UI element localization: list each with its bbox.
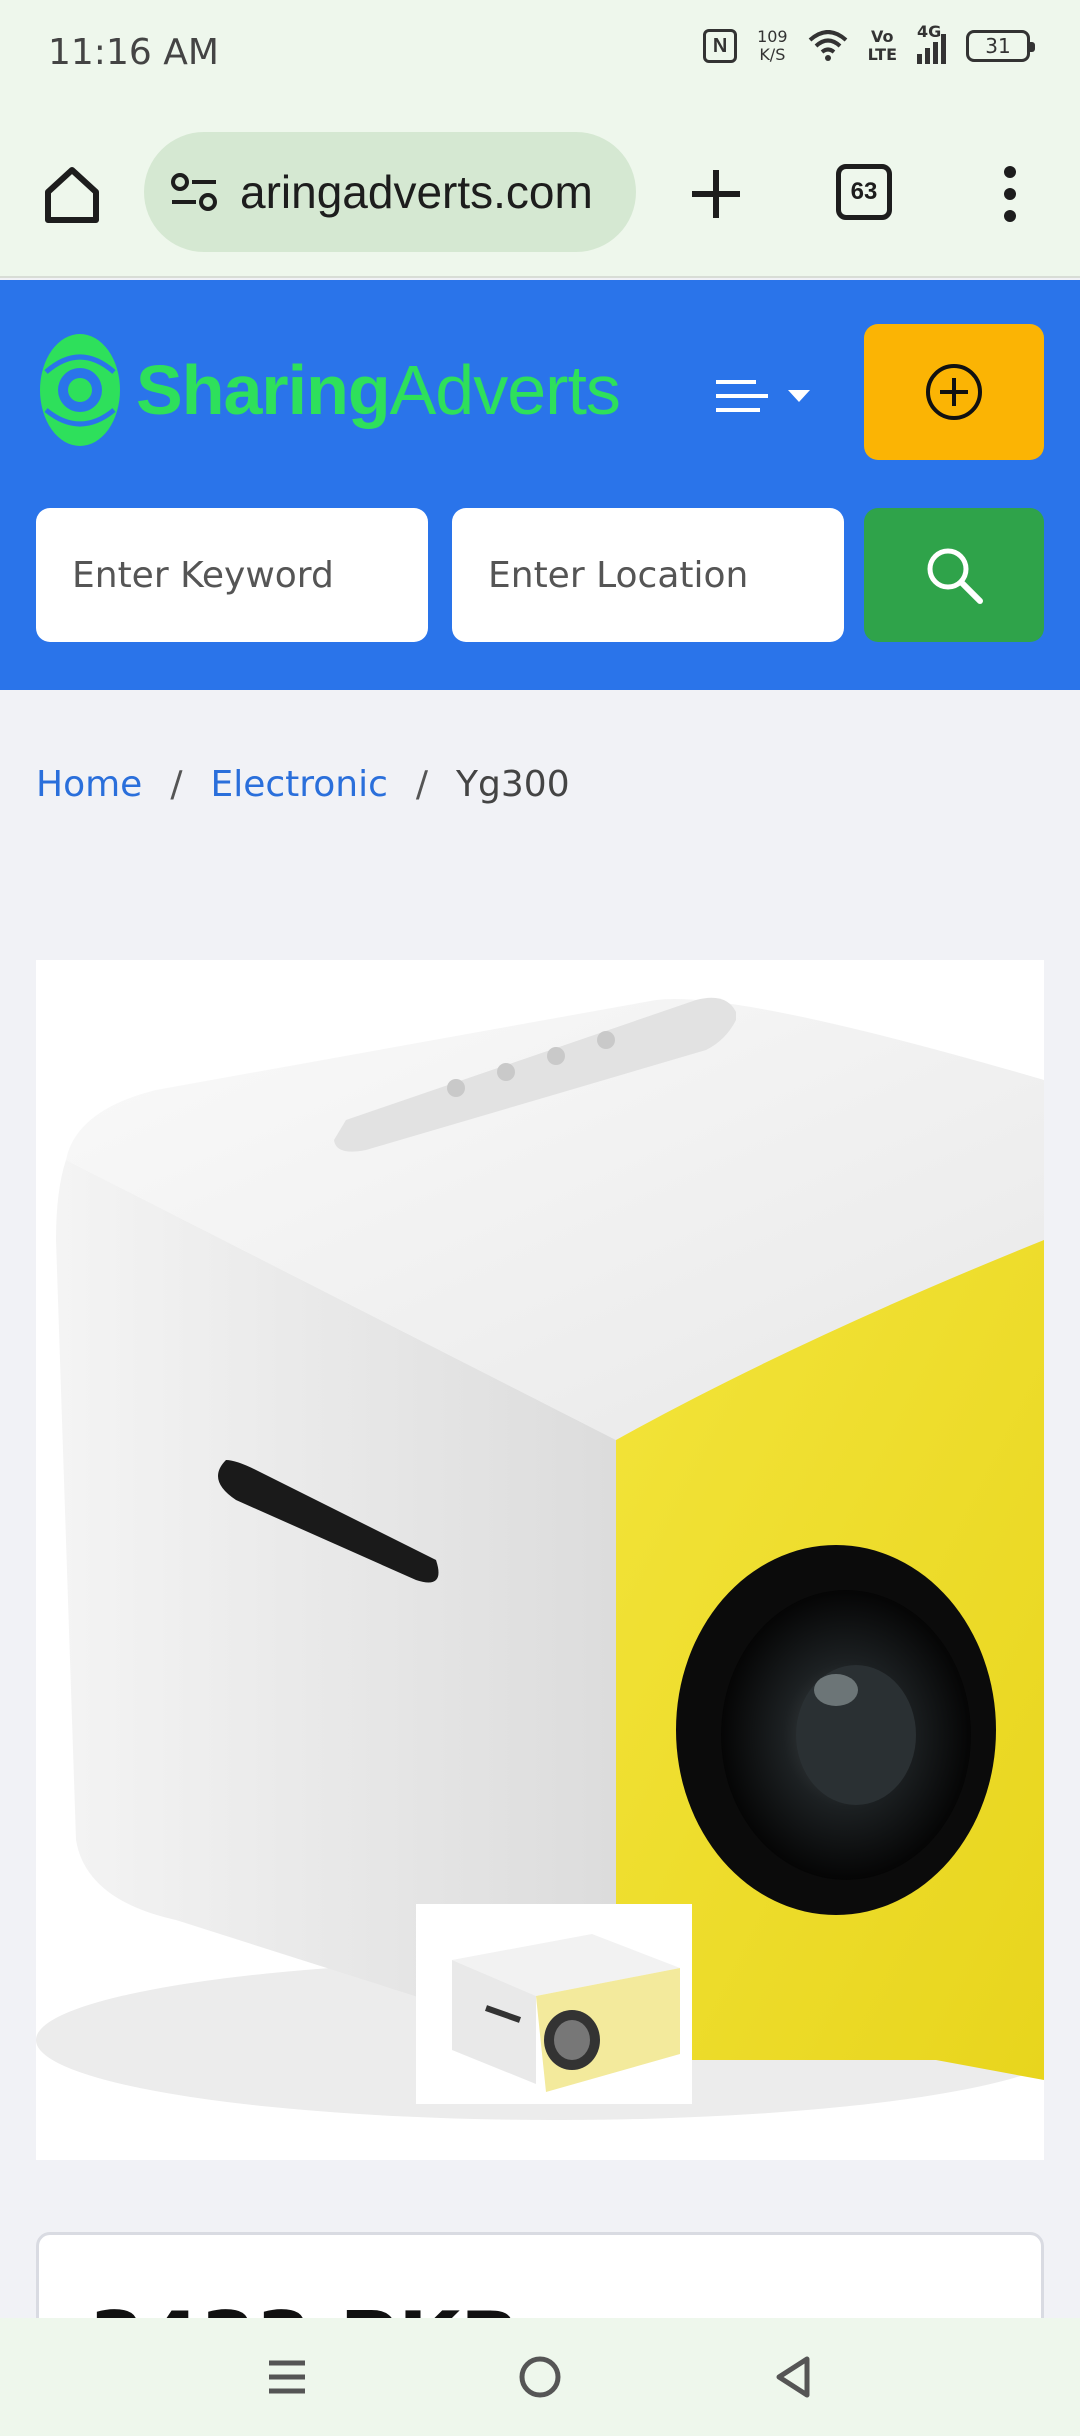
site-header: SharingAdverts — [0, 280, 1080, 690]
url-text[interactable]: aringadverts.com — [240, 165, 593, 219]
breadcrumb-current: Yg300 — [456, 764, 570, 805]
logo-text-bold: Sharing — [136, 351, 391, 429]
address-bar[interactable]: aringadverts.com — [144, 132, 636, 252]
browser-menu-button[interactable] — [980, 162, 1040, 226]
breadcrumb-category[interactable]: Electronic — [210, 764, 387, 805]
plus-circle-icon — [926, 364, 982, 420]
home-nav-button[interactable] — [500, 2337, 580, 2417]
plus-icon — [692, 170, 740, 218]
system-navigation-bar — [0, 2318, 1080, 2436]
browser-toolbar: aringadverts.com 63 — [0, 110, 1080, 278]
menu-lines-icon — [716, 380, 768, 412]
location-input[interactable] — [452, 508, 844, 642]
back-triangle-icon — [776, 2356, 810, 2398]
volte-top: Vo — [871, 27, 894, 46]
keyword-input[interactable] — [36, 508, 428, 642]
breadcrumb-home[interactable]: Home — [36, 764, 142, 805]
volte-indicator: Vo LTE — [868, 28, 897, 64]
search-button[interactable] — [864, 508, 1044, 642]
site-logo[interactable]: SharingAdverts — [38, 332, 621, 448]
home-circle-icon — [519, 2356, 561, 2398]
network-speed-value: 109 — [757, 27, 788, 46]
network-type: 4G — [917, 22, 942, 41]
status-bar: 11:16 AM N 109 K/S Vo LTE 4G 31 — [0, 0, 1080, 110]
breadcrumb: Home / Electronic / Yg300 — [36, 764, 570, 805]
status-time: 11:16 AM — [48, 32, 219, 73]
nfc-icon: N — [703, 29, 738, 63]
tune-icon — [171, 173, 217, 211]
logo-mark-icon — [40, 334, 120, 446]
projector-thumbnail-image — [416, 1904, 692, 2104]
signal-icon: 4G — [917, 22, 946, 64]
logo-text-light: Adverts — [389, 351, 621, 429]
status-icons: N 109 K/S Vo LTE 4G 31 — [703, 22, 1035, 64]
volte-bottom: LTE — [867, 45, 897, 64]
post-ad-button[interactable] — [864, 324, 1044, 460]
home-icon — [45, 167, 99, 223]
battery-icon: 31 — [966, 30, 1035, 62]
site-settings-button[interactable] — [166, 164, 222, 220]
chevron-down-icon — [788, 390, 810, 402]
recent-apps-icon — [268, 2360, 305, 2394]
recent-apps-button[interactable] — [247, 2337, 327, 2417]
tab-switcher-button[interactable]: 63 — [836, 164, 892, 220]
category-menu-toggle[interactable] — [712, 366, 822, 426]
network-speed-unit: K/S — [759, 45, 786, 64]
logo-text: SharingAdverts — [136, 350, 621, 430]
product-thumbnail[interactable] — [416, 1904, 692, 2104]
breadcrumb-separator: / — [415, 764, 429, 805]
back-button[interactable] — [753, 2337, 833, 2417]
product-main-image[interactable] — [36, 960, 1044, 2160]
browser-home-button[interactable] — [36, 158, 108, 230]
search-icon — [927, 548, 983, 604]
network-speed: 109 K/S — [757, 28, 788, 64]
breadcrumb-separator: / — [170, 764, 183, 805]
wifi-icon — [808, 30, 847, 61]
more-vert-icon — [1004, 166, 1016, 178]
new-tab-button[interactable] — [676, 154, 756, 234]
